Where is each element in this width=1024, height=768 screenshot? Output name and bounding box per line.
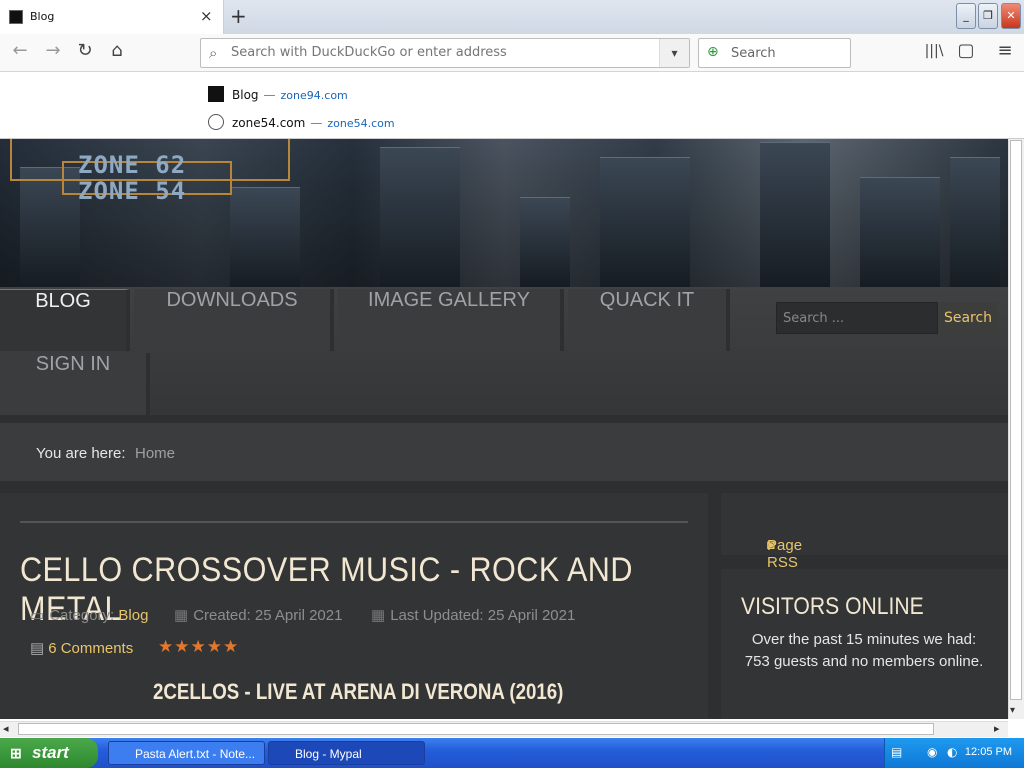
rating-stars[interactable]: ★★★★★ [158, 637, 239, 657]
divider [20, 521, 688, 523]
tab-close-icon[interactable]: × [200, 7, 213, 25]
search-icon: ⌕ [209, 44, 218, 62]
new-tab-button[interactable]: + [230, 4, 247, 28]
url-input[interactable] [231, 45, 651, 60]
windows-logo-icon: ⊞ [10, 745, 22, 761]
horizontal-scroll-thumb[interactable] [18, 723, 934, 735]
article: CELLO CROSSOVER MUSIC - ROCK AND METAL ▭… [0, 493, 708, 719]
visitors-online-box: VISITORS ONLINE Over the past 15 minutes… [721, 569, 1008, 719]
suggestion-item[interactable]: Blog — zone94.com [208, 86, 348, 102]
navigation-toolbar: ← → ↻ ⌂ ⌕ ▾ ⊕ Search |||\ ▢ ≡ [0, 34, 1024, 72]
clock[interactable]: 12:05 PM [965, 746, 1012, 758]
article-updated: ▦ Last Updated: 25 April 2021 [371, 607, 576, 624]
calendar-icon: ▦ [371, 607, 386, 624]
folder-icon: ▭ [30, 607, 45, 624]
chevron-down-icon[interactable]: ▾ [659, 39, 689, 67]
category-link[interactable]: Blog [118, 607, 148, 624]
reload-icon[interactable]: ↻ [72, 40, 98, 61]
site-logo[interactable]: ZONE 62 ZONE 54 [10, 139, 290, 205]
suggestion-url: zone94.com [280, 89, 348, 102]
menu-icon[interactable]: ≡ [992, 40, 1018, 61]
menu-item-sign-in[interactable]: SIGN IN [0, 353, 150, 415]
comments-link[interactable]: ▤ 6 Comments [30, 639, 133, 657]
site-favicon-icon [208, 86, 224, 102]
taskbar-item-notepad[interactable]: Pasta Alert.txt - Note... [108, 741, 265, 765]
visitors-text: Over the past 15 minutes we had: 753 gue… [744, 631, 984, 670]
site-search-input[interactable]: Search ... [776, 302, 938, 334]
back-icon[interactable]: ← [7, 40, 33, 61]
suggestion-url: zone54.com [327, 117, 395, 130]
volume-icon[interactable]: ◐ [947, 745, 957, 759]
system-tray: ▤ ◉ ◐ 12:05 PM [884, 738, 1024, 768]
close-window-button[interactable]: ✕ [1001, 3, 1021, 29]
taskbar-item-browser[interactable]: Blog - Mypal [268, 741, 425, 765]
breadcrumb-label: You are here: [36, 445, 126, 462]
start-button[interactable]: ⊞ start [0, 738, 98, 768]
restore-button[interactable]: ❐ [978, 3, 998, 29]
network-icon[interactable]: ◉ [927, 745, 937, 759]
comment-icon: ▤ [30, 640, 45, 657]
site-search-button[interactable]: Search [939, 302, 997, 334]
calendar-icon: ▦ [174, 607, 189, 624]
suggestion-item[interactable]: zone54.com — zone54.com [208, 114, 395, 130]
url-bar[interactable]: ⌕ ▾ [200, 38, 690, 68]
header-banner: ZONE 62 ZONE 54 [0, 139, 1008, 287]
search-bar[interactable]: ⊕ Search [698, 38, 851, 68]
menu-item-blog[interactable]: BLOG [0, 289, 130, 351]
forward-icon[interactable]: → [40, 40, 66, 61]
web-page: ZONE 62 ZONE 54 BLOG DOWNLOADS IMAGE GAL… [0, 139, 1008, 719]
library-icon[interactable]: |||\ [921, 43, 947, 59]
scroll-right-icon[interactable]: ▸ [994, 722, 1000, 735]
globe-icon [208, 114, 224, 130]
menu-item-quack-it[interactable]: QUACK IT [568, 289, 730, 351]
article-category: ▭ Category: Blog [30, 607, 149, 624]
visitors-title: VISITORS ONLINE [741, 593, 924, 620]
tab-title: Blog [30, 10, 55, 23]
suggestion-title: zone54.com [232, 116, 306, 130]
search-placeholder: Search [731, 46, 776, 61]
scroll-down-icon[interactable]: ▾ [1010, 705, 1015, 716]
suggestion-title: Blog [232, 88, 259, 102]
vertical-scroll-thumb[interactable] [1010, 140, 1022, 700]
home-icon[interactable]: ⌂ [104, 40, 130, 61]
tab-blog[interactable]: Blog × [0, 0, 224, 34]
rss-box: ◙Page RSS 2.0 Feed [721, 493, 1008, 605]
scroll-left-icon[interactable]: ◂ [3, 722, 9, 735]
keyboard-icon[interactable]: ▤ [891, 745, 902, 759]
minimize-button[interactable]: _ [956, 3, 976, 29]
site-favicon-icon [9, 10, 23, 24]
article-created: ▦ Created: 25 April 2021 [174, 607, 343, 624]
breadcrumb-home-link[interactable]: Home [135, 445, 175, 462]
breadcrumb: You are here: Home [0, 423, 1008, 481]
sidebar-icon[interactable]: ▢ [953, 40, 979, 61]
menu-item-image-gallery[interactable]: IMAGE GALLERY [338, 289, 564, 351]
article-subtitle: 2CELLOS - LIVE AT ARENA DI VERONA (2016) [153, 679, 564, 704]
search-engine-icon: ⊕ [707, 44, 719, 60]
menu-item-downloads[interactable]: DOWNLOADS [134, 289, 334, 351]
url-suggestions-popup: Blog — zone94.com zone54.com — zone54.com [0, 72, 1024, 139]
